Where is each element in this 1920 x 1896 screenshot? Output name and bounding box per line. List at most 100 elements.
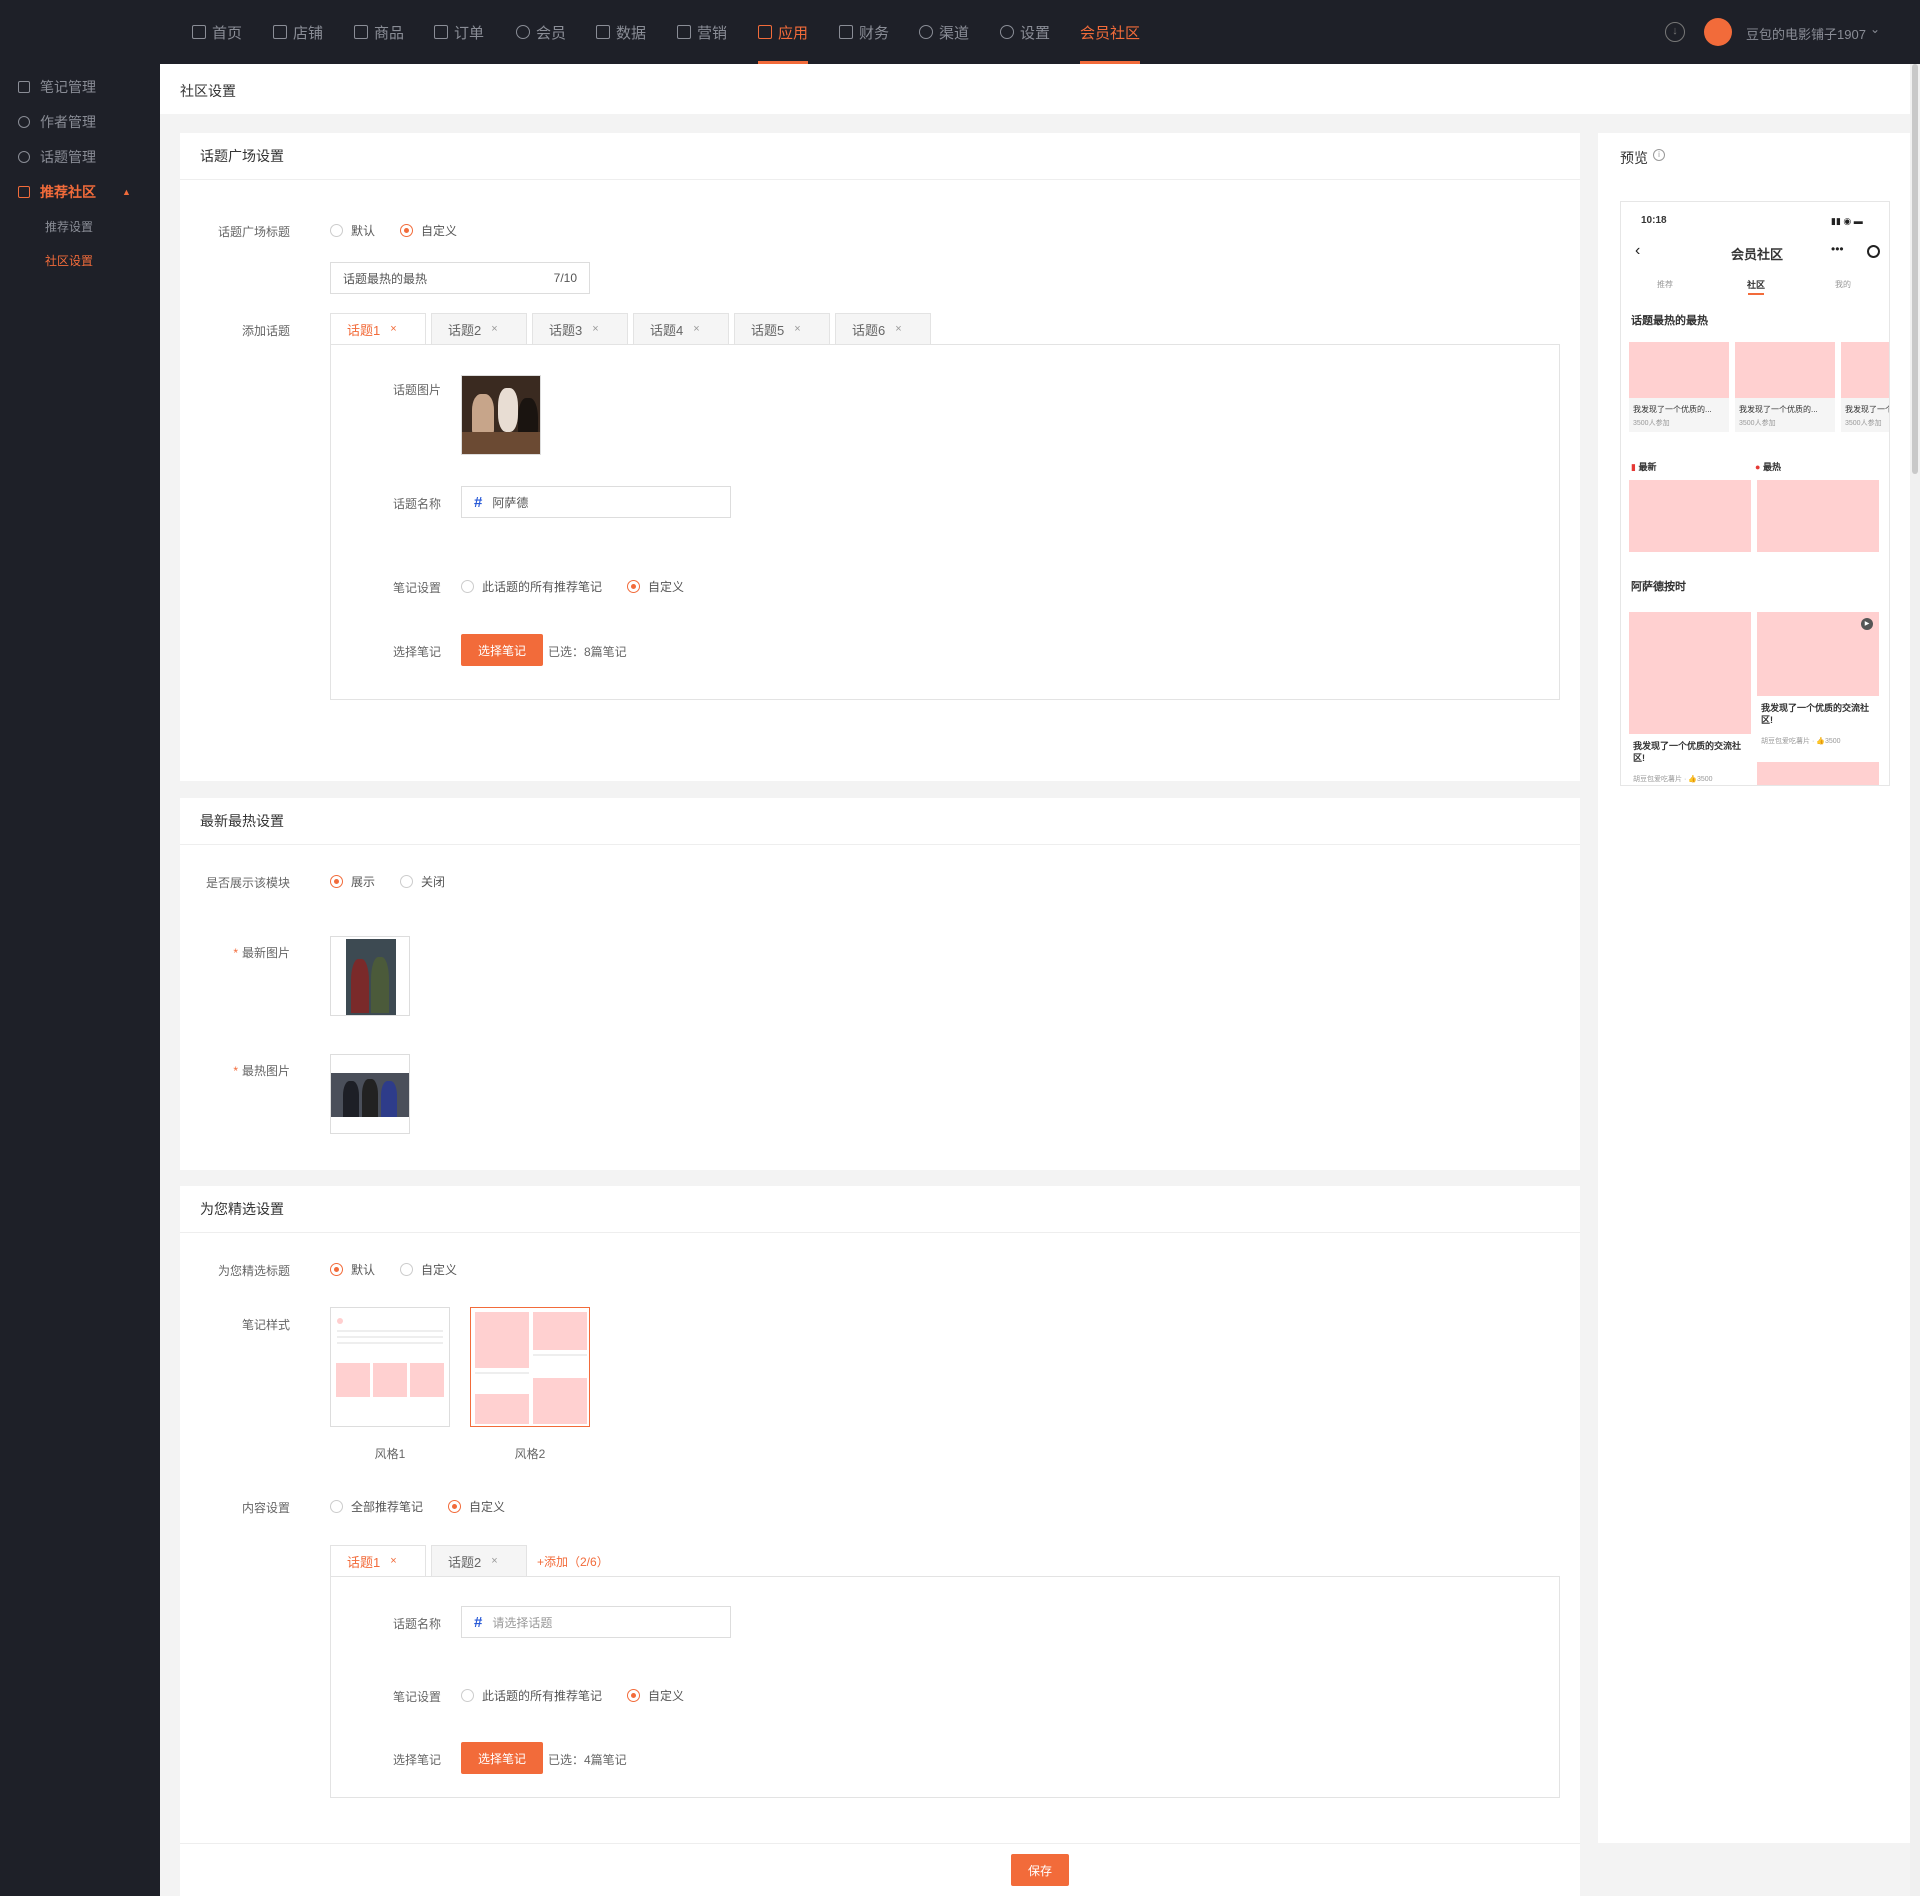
target-icon[interactable] <box>1867 245 1880 258</box>
topic-card[interactable]: 我发现了一个优质的... 3500人参加 <box>1629 342 1729 432</box>
avatar[interactable] <box>1704 18 1732 46</box>
card-count: 3500人参加 <box>1739 420 1776 427</box>
tab-topic-6[interactable]: 话题6 × <box>835 313 931 345</box>
field-label: 话题名称 <box>392 1617 441 1631</box>
featured-title-default-radio[interactable]: 默认 <box>330 1261 375 1278</box>
close-icon[interactable]: × <box>895 323 901 335</box>
scrollbar-thumb[interactable] <box>1912 64 1918 474</box>
style1-card[interactable] <box>330 1307 450 1427</box>
save-button[interactable]: 保存 <box>1011 1854 1069 1886</box>
sidebar-item-notes[interactable]: 笔记管理 <box>18 77 96 97</box>
scrollbar-track[interactable] <box>1910 64 1920 1896</box>
close-icon[interactable]: × <box>592 323 598 335</box>
close-icon[interactable]: × <box>390 1555 396 1567</box>
topic-card[interactable]: 我发现了一个优质的... 3500人参加 <box>1841 342 1890 432</box>
nav-channels[interactable]: 渠道 <box>919 0 969 64</box>
close-icon[interactable]: × <box>390 323 396 335</box>
nav-label: 营销 <box>697 24 728 42</box>
chevron-down-icon[interactable]: ⌄ <box>1870 22 1880 36</box>
sidebar-item-topics[interactable]: 话题管理 <box>18 147 96 167</box>
hottest-banner[interactable] <box>1757 480 1879 552</box>
hottest-image[interactable] <box>330 1054 410 1134</box>
tab-recommend[interactable]: 推荐 <box>1657 279 1673 290</box>
note-custom-radio[interactable]: 自定义 <box>627 578 684 595</box>
newest-image[interactable] <box>330 936 410 1016</box>
plaza-section: 话题广场设置 话题广场标题 默认 自定义 话题最热的最热 7/10 添加话题 话… <box>180 133 1580 781</box>
play-icon[interactable]: ▶ <box>1861 618 1873 630</box>
sidebar-sub-recommend-settings[interactable]: 推荐设置 <box>45 218 93 235</box>
plaza-title-default-radio[interactable]: 默认 <box>330 222 375 239</box>
sidebar-sub-community-settings[interactable]: 社区设置 <box>45 252 93 269</box>
sidebar-item-authors[interactable]: 作者管理 <box>18 112 96 132</box>
nav-member-community[interactable]: 会员社区 <box>1080 0 1141 64</box>
style2-card[interactable] <box>470 1307 590 1427</box>
note-card[interactable]: ▶ 我发现了一个优质的交流社区! 胡豆包爱吃薯片 · 👍3500 <box>1757 612 1879 785</box>
note-all-radio[interactable]: 此话题的所有推荐笔记 <box>461 578 602 595</box>
close-icon[interactable]: × <box>491 1555 497 1567</box>
featured-title-custom-radio[interactable]: 自定义 <box>400 1261 457 1278</box>
sidebar-item-recommend[interactable]: 推荐社区 ▲ <box>18 182 131 202</box>
tab-topic-3[interactable]: 话题3 × <box>532 313 628 345</box>
nav-data[interactable]: 数据 <box>596 0 646 64</box>
more-icon[interactable]: ••• <box>1831 242 1844 256</box>
nav-orders[interactable]: 订单 <box>434 0 484 64</box>
tab-topic-2[interactable]: 话题2 × <box>431 313 527 345</box>
topic-name-input[interactable]: # 阿萨德 <box>461 486 731 518</box>
card-text: 我发现了一个优质的... <box>1845 405 1890 414</box>
nav-label: 订单 <box>454 24 485 42</box>
topic-card[interactable]: 我发现了一个优质的... 3500人参加 <box>1735 342 1835 432</box>
add-topic-link[interactable]: +添加（2/6） <box>537 1553 609 1570</box>
nav-label: 首页 <box>212 24 243 42</box>
nav-finance[interactable]: 财务 <box>839 0 889 64</box>
topic-image[interactable] <box>461 375 541 455</box>
featured-select-notes-button[interactable]: 选择笔记 <box>461 1742 543 1774</box>
download-icon[interactable]: ↓ <box>1665 22 1685 42</box>
username[interactable]: 豆包的电影铺子1907 <box>1746 24 1866 43</box>
preview-title: 预览 <box>1620 150 1648 166</box>
tab-featured-2[interactable]: 话题2 × <box>431 1545 527 1577</box>
close-icon[interactable]: × <box>491 323 497 335</box>
nav-goods[interactable]: 商品 <box>354 0 404 64</box>
newest-banner[interactable] <box>1629 480 1751 552</box>
tab-featured-1[interactable]: 话题1 × <box>330 1545 426 1577</box>
nav-settings[interactable]: 设置 <box>1000 0 1050 64</box>
nav-label: 店铺 <box>293 24 324 42</box>
close-icon[interactable]: × <box>794 323 800 335</box>
show-module-radio[interactable]: 展示 <box>330 873 375 890</box>
tab-topic-4[interactable]: 话题4 × <box>633 313 729 345</box>
sidebar-item-label: 笔记管理 <box>40 79 96 95</box>
flag-icon: ▮ <box>1631 462 1636 472</box>
input-value: 话题最热的最热 <box>343 271 428 286</box>
featured-note-all-radio[interactable]: 此话题的所有推荐笔记 <box>461 1687 602 1704</box>
content-all-radio[interactable]: 全部推荐笔记 <box>330 1498 423 1515</box>
featured-note-custom-radio[interactable]: 自定义 <box>627 1687 684 1704</box>
field-label: * 最新图片 <box>233 946 290 960</box>
featured-topic-name-input[interactable]: # 请选择话题 <box>461 1606 731 1638</box>
content-custom-radio[interactable]: 自定义 <box>448 1498 505 1515</box>
back-icon[interactable]: ‹ <box>1635 242 1640 260</box>
nav-members[interactable]: 会员 <box>516 0 566 64</box>
hashtag-icon: # <box>474 1613 483 1631</box>
nav-label: 会员 <box>536 24 567 42</box>
nav-store[interactable]: 店铺 <box>273 0 323 64</box>
nav-marketing[interactable]: 营销 <box>677 0 727 64</box>
goods-icon <box>354 25 368 39</box>
nav-label: 数据 <box>616 24 647 42</box>
tab-mine[interactable]: 我的 <box>1835 279 1851 290</box>
featured-topic-panel: 话题名称 # 请选择话题 笔记设置 此话题的所有推荐笔记 自定义 选择笔记 选择笔… <box>330 1576 1560 1798</box>
field-label: 添加话题 <box>241 324 290 338</box>
plaza-title-custom-radio[interactable]: 自定义 <box>400 222 457 239</box>
tab-community[interactable]: 社区 <box>1747 278 1765 291</box>
select-notes-button[interactable]: 选择笔记 <box>461 634 543 666</box>
hide-module-radio[interactable]: 关闭 <box>400 873 445 890</box>
divider <box>180 179 1580 180</box>
tab-topic-5[interactable]: 话题5 × <box>734 313 830 345</box>
tab-topic-1[interactable]: 话题1 × <box>330 313 426 345</box>
nav-home[interactable]: 首页 <box>192 0 242 64</box>
close-icon[interactable]: × <box>693 323 699 335</box>
fire-icon: ● <box>1755 462 1761 472</box>
info-icon[interactable]: i <box>1653 149 1665 161</box>
note-card[interactable]: 我发现了一个优质的交流社区! 胡豆包爱吃薯片 · 👍3500 <box>1629 612 1751 785</box>
nav-apps[interactable]: 应用 <box>758 0 809 64</box>
plaza-title-input[interactable]: 话题最热的最热 7/10 <box>330 262 590 294</box>
